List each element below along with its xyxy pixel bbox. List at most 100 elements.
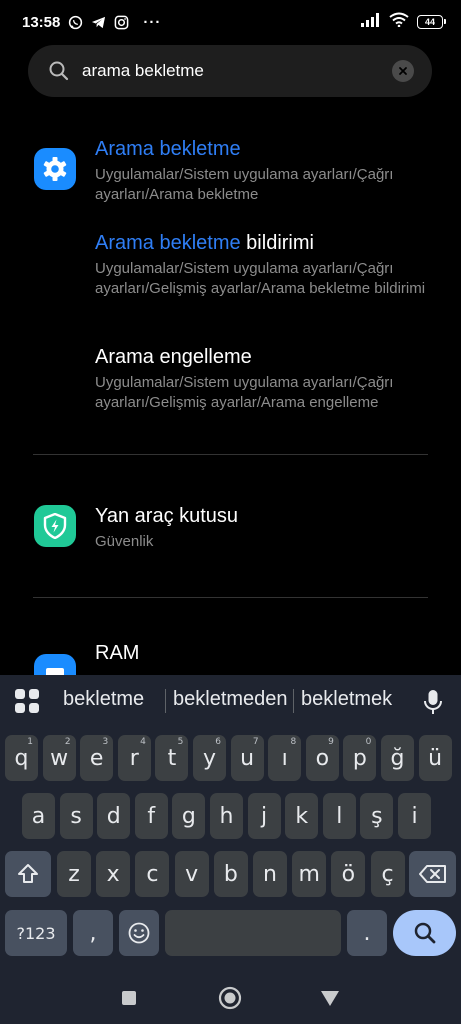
key-hint: 6	[215, 737, 221, 747]
key-o[interactable]: o9	[305, 735, 339, 781]
home-button[interactable]	[214, 982, 246, 1014]
divider	[33, 454, 428, 455]
home-circle-icon	[218, 986, 242, 1010]
navigation-bar	[0, 972, 461, 1024]
space-key[interactable]	[165, 910, 341, 956]
result-title-rest: Arama engelleme	[95, 346, 252, 368]
key-hint: 0	[365, 737, 372, 747]
apps-grid-icon[interactable]	[15, 689, 39, 713]
suggestion-3[interactable]: bekletmek	[301, 688, 392, 711]
key-s[interactable]: s	[59, 793, 93, 839]
comma-key[interactable]: ,	[73, 910, 113, 956]
instagram-icon	[114, 15, 129, 30]
key-m[interactable]: m	[292, 851, 327, 897]
key-x[interactable]: x	[96, 851, 131, 897]
recents-button[interactable]	[113, 982, 145, 1014]
key-ü[interactable]: ü	[418, 735, 452, 781]
key-a[interactable]: a	[22, 793, 55, 839]
battery-level: 44	[424, 17, 435, 27]
search-bar[interactable]	[28, 45, 432, 97]
suggestion-1[interactable]: bekletme	[63, 688, 144, 711]
key-i[interactable]: i	[398, 793, 431, 839]
result-title-rest: bildirimi	[240, 232, 314, 254]
security-shield-icon	[34, 505, 76, 547]
key-b[interactable]: b	[213, 851, 248, 897]
suggestion-separator	[293, 689, 294, 713]
mic-icon[interactable]	[414, 683, 452, 721]
status-bar: 13:58 ··· 44	[0, 0, 461, 44]
key-hint: 9	[328, 737, 334, 747]
result-title: RAM	[95, 642, 139, 665]
key-g[interactable]: g	[172, 793, 206, 839]
key-u[interactable]: u7	[230, 735, 264, 781]
key-ç[interactable]: ç	[370, 851, 405, 897]
result-item-arama-bekletme-bildirimi[interactable]: Arama bekletme bildirimi Uygulamalar/Sis…	[0, 232, 461, 322]
key-n[interactable]: n	[253, 851, 287, 897]
key-ş[interactable]: ş	[360, 793, 394, 839]
result-item-arama-engelleme[interactable]: Arama engelleme Uygulamalar/Sistem uygul…	[0, 346, 461, 416]
back-button[interactable]	[314, 982, 346, 1014]
result-title-highlight: Arama bekletme	[95, 138, 241, 160]
search-action-key[interactable]	[393, 910, 456, 956]
result-title: Yan araç kutusu	[95, 505, 238, 528]
battery-icon: 44	[417, 15, 446, 29]
status-time: 13:58	[22, 13, 61, 31]
key-f[interactable]: f	[134, 793, 168, 839]
key-q[interactable]: q1	[5, 735, 38, 781]
backspace-key[interactable]	[409, 851, 456, 897]
result-title: Arama bekletme bildirimi	[95, 232, 314, 255]
search-icon	[414, 922, 435, 944]
key-j[interactable]: j	[247, 793, 281, 839]
clear-search-button[interactable]	[392, 60, 414, 82]
key-k[interactable]: k	[285, 793, 319, 839]
result-title-rest: RAM	[95, 642, 140, 664]
suggestion-bar: bekletme bekletmeden bekletmek	[0, 675, 461, 725]
emoji-icon	[128, 922, 150, 944]
suggestion-2[interactable]: bekletmeden	[173, 688, 288, 711]
key-hint: 4	[140, 737, 146, 747]
result-path: Uygulamalar/Sistem uygulama ayarları/Çağ…	[95, 374, 394, 411]
key-v[interactable]: v	[174, 851, 209, 897]
result-path: Uygulamalar/Sistem uygulama ayarları/Çağ…	[95, 166, 394, 203]
key-ğ[interactable]: ğ	[381, 735, 414, 781]
key-e[interactable]: e3	[80, 735, 114, 781]
key-hint: 2	[64, 737, 71, 747]
key-hint: 8	[290, 737, 297, 747]
result-title-highlight: Arama bekletme	[95, 232, 241, 254]
result-title: Arama engelleme	[95, 346, 252, 369]
symbols-key[interactable]: ?123	[5, 910, 67, 956]
key-c[interactable]: c	[135, 851, 170, 897]
suggestion-separator	[165, 689, 166, 713]
key-h[interactable]: h	[210, 793, 243, 839]
key-l[interactable]: l	[322, 793, 356, 839]
shift-arrow-icon	[18, 864, 38, 883]
recents-square-icon	[122, 991, 136, 1005]
key-ö[interactable]: ö	[331, 851, 366, 897]
settings-gear-icon	[34, 148, 76, 190]
result-path: Güvenlik	[95, 533, 154, 550]
key-d[interactable]: d	[97, 793, 131, 839]
period-key[interactable]: .	[347, 910, 387, 956]
shift-key[interactable]	[5, 851, 51, 897]
result-title-rest: Yan araç kutusu	[95, 505, 239, 527]
key-r[interactable]: r4	[117, 735, 151, 781]
emoji-key[interactable]	[119, 910, 159, 956]
key-ı[interactable]: ı8	[268, 735, 302, 781]
divider	[33, 597, 428, 598]
search-input[interactable]	[82, 61, 392, 81]
key-w[interactable]: w2	[42, 735, 76, 781]
telegram-icon	[91, 15, 106, 30]
key-hint: 5	[177, 737, 184, 747]
key-z[interactable]: z	[57, 851, 91, 897]
result-item-arama-bekletme[interactable]: Arama bekletme Uygulamalar/Sistem uygula…	[0, 138, 461, 208]
result-item-yan-arac-kutusu[interactable]: Yan araç kutusu Güvenlik	[0, 505, 461, 555]
key-y[interactable]: y6	[193, 735, 226, 781]
result-title: Arama bekletme	[95, 138, 241, 161]
back-triangle-icon	[321, 991, 339, 1006]
key-p[interactable]: p0	[343, 735, 377, 781]
key-t[interactable]: t5	[155, 735, 189, 781]
more-notifications-icon: ···	[143, 13, 162, 31]
key-hint: 1	[27, 737, 33, 747]
result-path: Uygulamalar/Sistem uygulama ayarları/Çağ…	[95, 260, 426, 297]
signal-icon	[361, 12, 381, 32]
